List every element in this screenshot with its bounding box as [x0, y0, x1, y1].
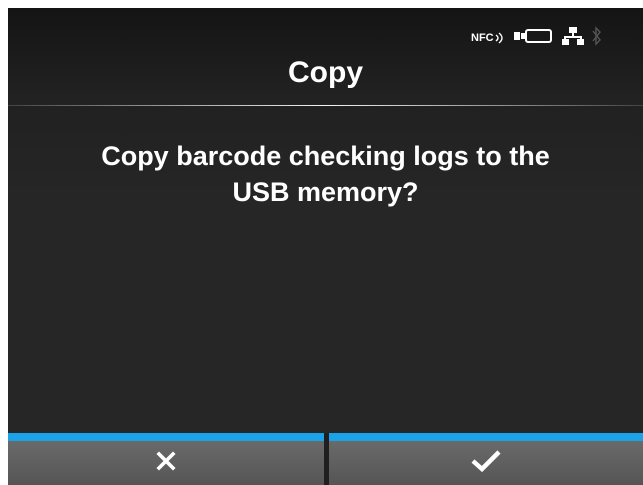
- battery-icon: [513, 28, 554, 49]
- network-icon: [561, 26, 584, 51]
- checkmark-icon: [471, 449, 501, 478]
- status-bar: NFC: [471, 25, 602, 52]
- page-title: Copy: [288, 56, 363, 89]
- cancel-button[interactable]: [8, 433, 324, 485]
- nfc-label: NFC: [471, 32, 494, 44]
- nfc-icon: NFC: [471, 31, 506, 45]
- message-line-1: Copy barcode checking logs to the: [101, 141, 550, 171]
- header: NFC Copy: [8, 8, 643, 106]
- printer-screen: NFC Copy Copy barcode checking logs to t…: [8, 8, 643, 485]
- confirm-button[interactable]: [329, 433, 643, 485]
- close-icon: [156, 450, 176, 476]
- header-divider: [8, 105, 643, 106]
- bluetooth-icon: [592, 25, 602, 52]
- message-line-2: USB memory?: [232, 177, 419, 207]
- confirmation-message: Copy barcode checking logs to the USB me…: [8, 138, 643, 210]
